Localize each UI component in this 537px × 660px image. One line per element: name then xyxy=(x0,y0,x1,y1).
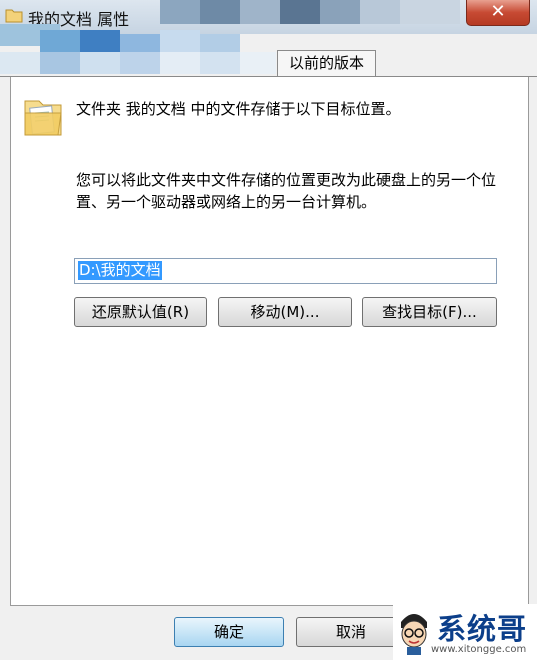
watermark: 系统哥 www.xitongge.com xyxy=(393,604,537,660)
location-tab-panel xyxy=(10,77,529,606)
restore-default-button[interactable]: 还原默认值(R) xyxy=(74,297,207,327)
watermark-brand: 系统哥 xyxy=(437,612,528,646)
location-instructions: 您可以将此文件夹中文件存储的位置更改为此硬盘上的另一个位置、另一个驱动器或网络上… xyxy=(76,171,497,211)
location-description: 文件夹 我的文档 中的文件存储于以下目标位置。 xyxy=(76,100,401,118)
tab-previous-versions[interactable]: 以前的版本 xyxy=(277,50,376,76)
target-path-value: D:\我的文档 xyxy=(78,261,162,280)
move-button[interactable]: 移动(M)... xyxy=(218,297,352,327)
target-path-field[interactable]: D:\我的文档 xyxy=(74,258,497,284)
find-target-button[interactable]: 查找目标(F)... xyxy=(362,297,497,327)
close-icon: ✕ xyxy=(490,1,506,22)
documents-folder-icon xyxy=(24,100,62,136)
mascot-face-icon xyxy=(401,614,427,655)
close-button[interactable]: ✕ xyxy=(466,0,530,26)
cancel-button[interactable]: 取消 xyxy=(296,617,406,647)
properties-window: 我的文档 属性 ✕ 以前的版本 文件夹 我的文档 中的文件存储于以下目标位置。 … xyxy=(0,0,537,660)
ok-button[interactable]: 确定 xyxy=(174,617,284,647)
watermark-url: www.xitongge.com xyxy=(431,644,527,655)
